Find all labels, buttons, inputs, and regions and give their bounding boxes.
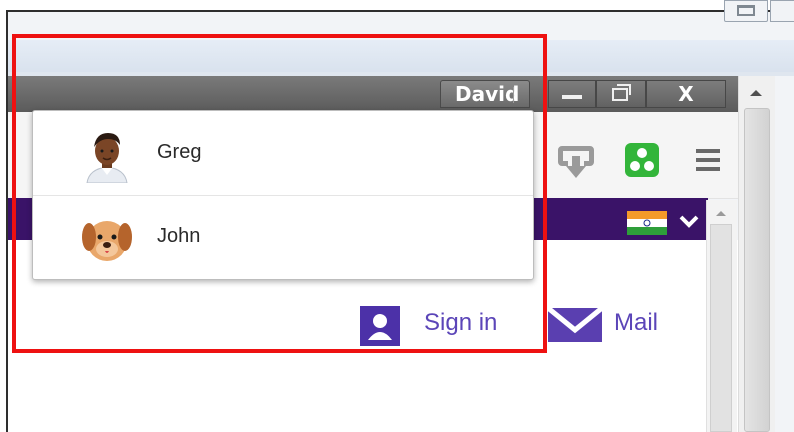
close-button[interactable]: X — [646, 80, 726, 108]
avatar-man-icon — [86, 133, 128, 183]
background-window-band — [8, 40, 794, 72]
profile-switcher-menu: Greg John — [32, 110, 534, 280]
background-maximize-icon[interactable] — [724, 0, 768, 22]
profile-menu-label: John — [157, 225, 201, 247]
background-window-control[interactable] — [770, 0, 794, 22]
restore-icon-front — [612, 88, 628, 101]
restore-button[interactable] — [596, 80, 646, 108]
minimize-icon — [562, 95, 582, 99]
avatar-dog-icon — [82, 221, 132, 261]
download-icon[interactable] — [556, 140, 596, 180]
page-scrollbar-thumb[interactable] — [710, 224, 732, 432]
user-icon[interactable] — [360, 306, 400, 346]
mail-link[interactable]: Mail — [614, 309, 658, 337]
outer-scrollbar-thumb[interactable] — [744, 108, 770, 432]
profile-button[interactable]: David — [440, 80, 530, 108]
profile-menu-label: Greg — [157, 141, 202, 163]
page-scroll-up-arrow-icon[interactable] — [712, 206, 730, 220]
india-flag-icon[interactable] — [627, 211, 667, 235]
menu-icon[interactable] — [688, 140, 728, 180]
chevron-down-icon[interactable] — [678, 212, 700, 230]
profile-menu-item-greg[interactable]: Greg — [33, 113, 533, 196]
profile-menu-item-john[interactable]: John — [33, 197, 533, 279]
apps-icon[interactable] — [622, 140, 662, 180]
mail-icon[interactable] — [548, 306, 602, 344]
scroll-up-arrow-icon[interactable] — [744, 84, 768, 102]
minimize-button[interactable] — [548, 80, 596, 108]
sign-in-link[interactable]: Sign in — [424, 309, 497, 337]
